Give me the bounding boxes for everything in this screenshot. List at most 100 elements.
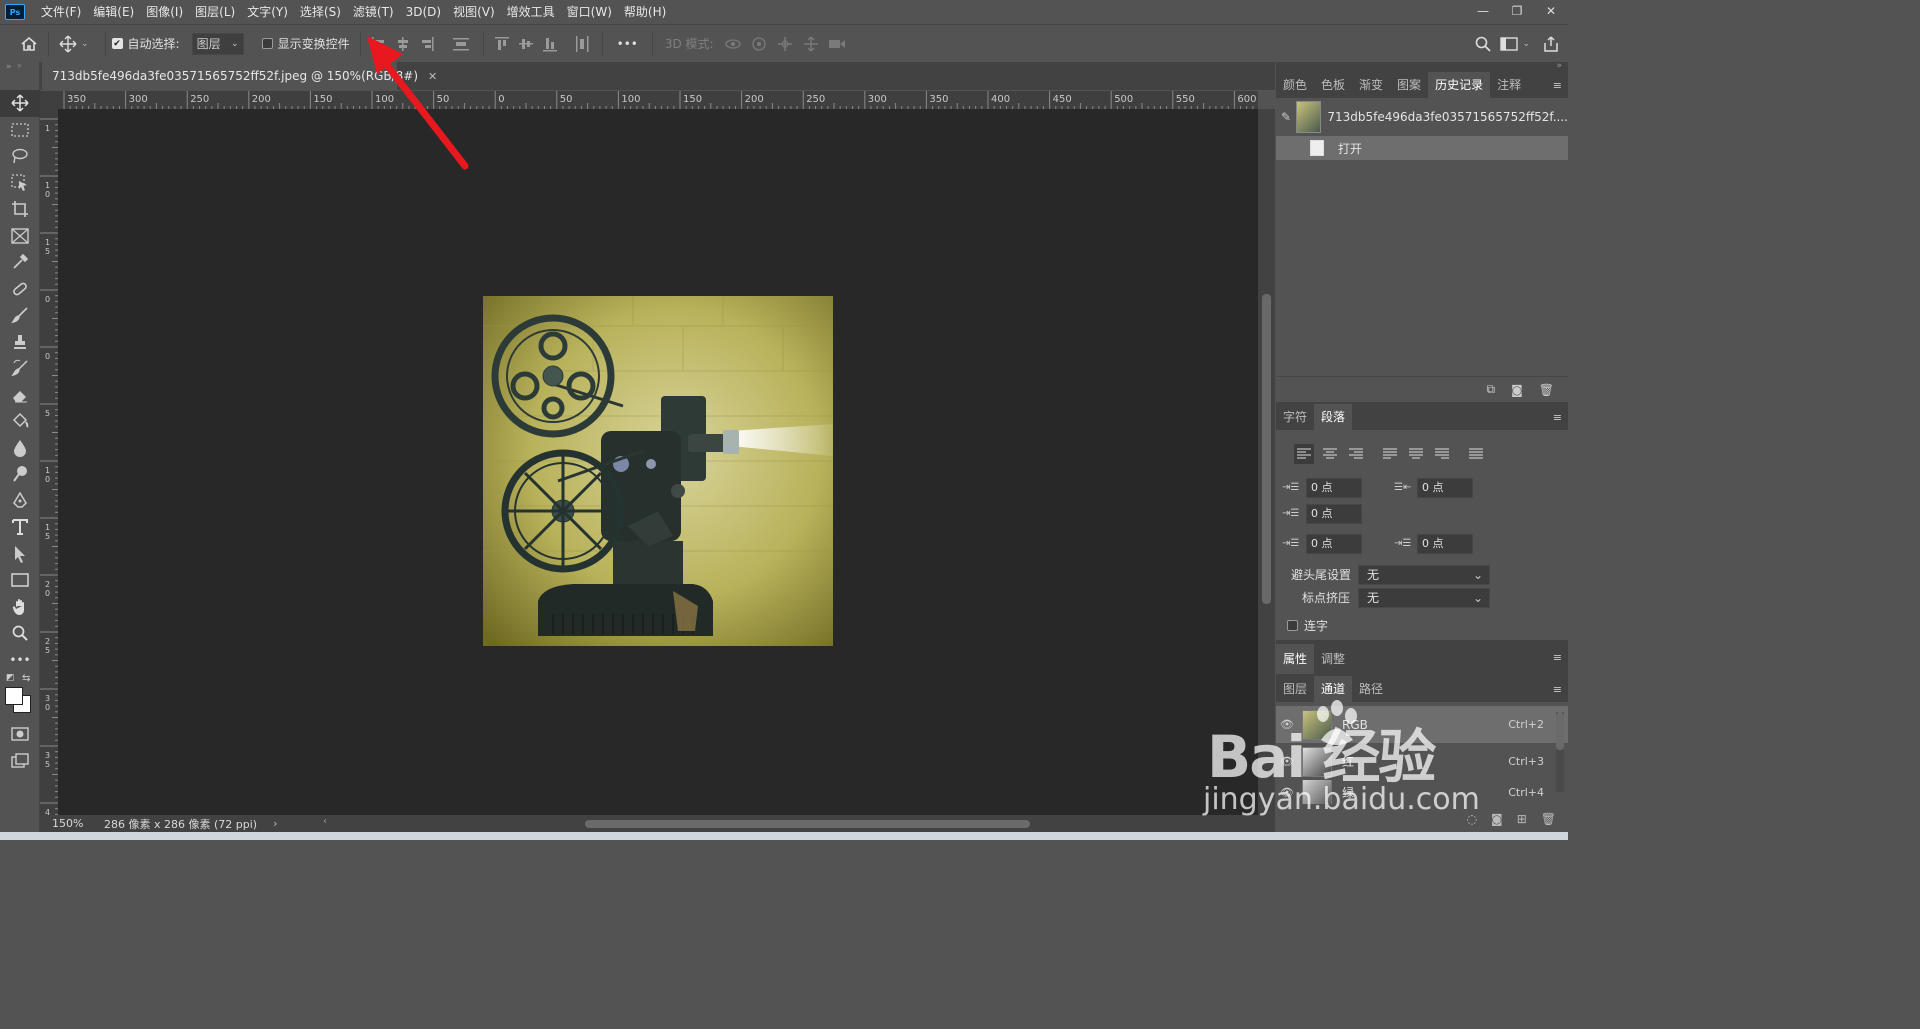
dodge-tool[interactable]	[0, 461, 40, 488]
menu-file[interactable]: 文件(F)	[35, 0, 87, 24]
auto-select-target-dropdown[interactable]: 图层 ⌄	[191, 32, 244, 55]
align-horizontal-centers-icon[interactable]	[391, 32, 415, 56]
history-snapshot[interactable]: ✎ 713db5fe496da3fe03571565752ff52f....	[1276, 98, 1568, 136]
menu-view[interactable]: 视图(V)	[447, 0, 501, 24]
new-document-from-state-icon[interactable]: ⧉	[1487, 382, 1496, 397]
visibility-eye-icon[interactable]: 👁	[1276, 786, 1298, 799]
3d-pan-icon[interactable]	[772, 31, 798, 57]
horizontal-ruler[interactable]: 350 300 250 200 150 100 50 0 50 100 150 200 250 300 35…	[58, 91, 1258, 109]
align-bottom-edges-icon[interactable]	[538, 32, 562, 56]
status-info-menu-icon[interactable]: ›	[273, 817, 277, 830]
ruler-origin[interactable]	[40, 91, 58, 109]
rectangle-tool[interactable]	[0, 567, 40, 594]
auto-select-toggle[interactable]: ✔ 自动选择:	[111, 35, 180, 52]
blur-tool[interactable]	[0, 435, 40, 462]
brush-tool[interactable]	[0, 302, 40, 329]
close-document-icon[interactable]: ✕	[428, 70, 437, 83]
marquee-tool[interactable]	[0, 117, 40, 144]
collapse-panels-icon[interactable]: »	[1556, 61, 1562, 71]
space-after-field[interactable]: 0 点	[1417, 534, 1473, 554]
justify-last-center-icon[interactable]	[1406, 444, 1426, 464]
minimize-button[interactable]: —	[1466, 0, 1500, 22]
tab-gradients[interactable]: 渐变	[1352, 72, 1390, 98]
document-tab[interactable]: 713db5fe496da3fe03571565752ff52f.jpeg @ …	[42, 62, 437, 90]
tab-patterns[interactable]: 图案	[1390, 72, 1428, 98]
object-selection-tool[interactable]	[0, 170, 40, 197]
clone-stamp-tool[interactable]	[0, 329, 40, 356]
screen-mode-icon[interactable]	[0, 748, 40, 775]
default-colors-icon[interactable]: ◩	[6, 673, 15, 683]
vertical-scrollbar[interactable]	[1258, 109, 1275, 815]
show-transform-controls-toggle[interactable]: 显示变换控件	[261, 35, 350, 52]
indent-first-line-field[interactable]: 0 点	[1306, 504, 1362, 524]
swap-colors-icon[interactable]: ⇆	[22, 673, 30, 684]
tab-paragraph[interactable]: 段落	[1314, 404, 1353, 430]
history-state-open[interactable]: 打开	[1276, 136, 1568, 160]
vertical-scroll-thumb[interactable]	[1262, 294, 1271, 604]
align-left-text-icon[interactable]	[1294, 444, 1314, 464]
justify-last-left-icon[interactable]	[1380, 444, 1400, 464]
3d-camera-icon[interactable]	[824, 31, 850, 57]
move-tool-icon[interactable]	[55, 31, 81, 57]
align-right-edges-icon[interactable]	[415, 32, 439, 56]
tab-paths[interactable]: 路径	[1352, 676, 1390, 702]
pen-tool[interactable]	[0, 488, 40, 515]
chevron-down-icon[interactable]: ⌄	[1522, 39, 1530, 49]
more-options-button[interactable]: •••	[617, 37, 638, 51]
justify-all-icon[interactable]	[1466, 444, 1486, 464]
horizontal-scrollbar[interactable]: ‹ ›	[323, 816, 1289, 829]
foreground-color-swatch[interactable]	[5, 687, 23, 705]
panel-menu-icon[interactable]: ≡	[1553, 79, 1562, 92]
3d-roll-icon[interactable]	[746, 31, 772, 57]
indent-left-field[interactable]: 0 点	[1306, 478, 1362, 498]
quick-mask-icon[interactable]	[0, 721, 40, 748]
menu-plugins[interactable]: 增效工具	[501, 0, 561, 24]
align-top-edges-icon[interactable]	[490, 32, 514, 56]
mojikumi-dropdown[interactable]: 无 ⌄	[1358, 588, 1490, 608]
visibility-eye-icon[interactable]: 👁	[1276, 755, 1298, 768]
channel-row-red[interactable]: 👁 红 Ctrl+3	[1276, 743, 1568, 780]
space-before-field[interactable]: 0 点	[1306, 534, 1362, 554]
eyedropper-tool[interactable]	[0, 249, 40, 276]
tab-history[interactable]: 历史记录	[1428, 72, 1491, 98]
distribute-horizontal-icon[interactable]	[570, 32, 594, 56]
delete-channel-icon[interactable]: 🗑	[1541, 812, 1556, 826]
vertical-ruler[interactable]: 1101500510152025303540	[40, 109, 58, 815]
channel-row-green[interactable]: 👁 绿 Ctrl+4	[1276, 780, 1568, 804]
tab-adjustments[interactable]: 调整	[1314, 644, 1352, 674]
history-brush-tool[interactable]	[0, 355, 40, 382]
align-vertical-centers-icon[interactable]	[514, 32, 538, 56]
delete-state-icon[interactable]: 🗑	[1539, 383, 1554, 397]
home-icon[interactable]	[16, 31, 42, 57]
menu-edit[interactable]: 编辑(E)	[87, 0, 140, 24]
tab-color[interactable]: 颜色	[1276, 72, 1314, 98]
move-tool[interactable]	[0, 90, 40, 117]
history-brush-source-icon[interactable]: ✎	[1276, 110, 1296, 124]
auto-select-checkbox[interactable]: ✔	[111, 38, 123, 49]
paint-bucket-tool[interactable]	[0, 408, 40, 435]
workspace-icon[interactable]	[1496, 31, 1522, 57]
3d-slide-icon[interactable]	[798, 31, 824, 57]
zoom-level[interactable]: 150%	[52, 817, 92, 830]
edit-toolbar-icon[interactable]: •••	[0, 647, 40, 674]
healing-brush-tool[interactable]	[0, 276, 40, 303]
path-selection-tool[interactable]	[0, 541, 40, 568]
align-left-edges-icon[interactable]	[367, 32, 391, 56]
lasso-tool[interactable]	[0, 143, 40, 170]
document-canvas[interactable]	[58, 109, 1258, 815]
align-center-text-icon[interactable]	[1320, 444, 1340, 464]
crop-tool[interactable]	[0, 196, 40, 223]
close-button[interactable]: ✕	[1534, 0, 1568, 22]
show-transform-checkbox[interactable]	[261, 38, 273, 49]
scroll-left-icon[interactable]: ‹	[323, 816, 327, 827]
panel-menu-icon[interactable]: ≡	[1553, 651, 1562, 664]
justify-last-right-icon[interactable]	[1432, 444, 1452, 464]
tab-swatches[interactable]: 色板	[1314, 72, 1352, 98]
tab-properties[interactable]: 属性	[1276, 644, 1315, 674]
tab-character[interactable]: 字符	[1276, 404, 1314, 430]
menu-3d[interactable]: 3D(D)	[400, 0, 447, 24]
indent-right-field[interactable]: 0 点	[1417, 478, 1473, 498]
chevron-down-icon[interactable]: ⌄	[81, 39, 89, 49]
panel-menu-icon[interactable]: ≡	[1553, 683, 1562, 696]
menu-window[interactable]: 窗口(W)	[561, 0, 618, 24]
